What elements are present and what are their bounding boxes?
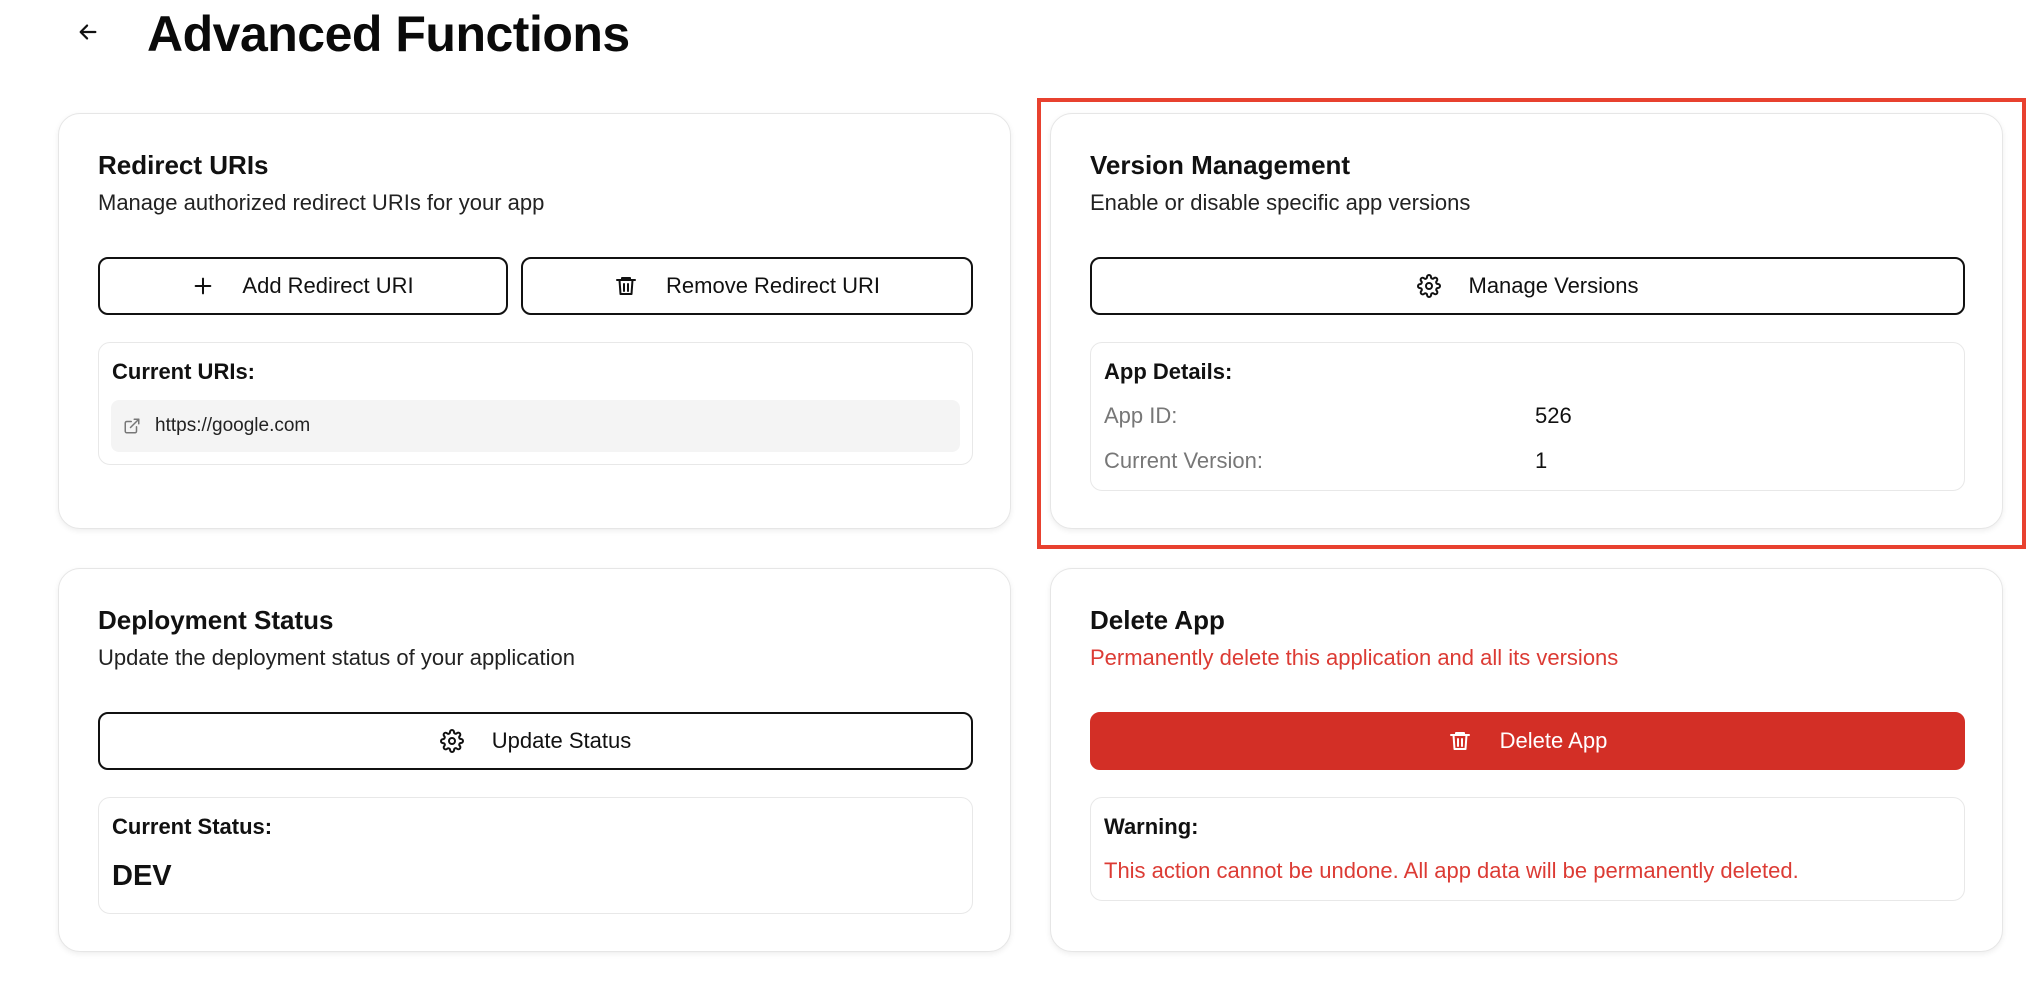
card-subtitle: Manage authorized redirect URIs for your… xyxy=(98,190,545,215)
warning-text: This action cannot be undone. All app da… xyxy=(1104,858,1799,883)
current-uris-panel: Current URIs: https://google.com xyxy=(98,342,973,465)
page-title: Advanced Functions xyxy=(147,6,630,62)
manage-versions-label: Manage Versions xyxy=(1468,273,1639,298)
current-version-value: 1 xyxy=(1535,448,1548,473)
add-redirect-uri-label: Add Redirect URI xyxy=(242,273,414,298)
card-subtitle: Permanently delete this application and … xyxy=(1090,645,1619,670)
redirect-uris-card: Redirect URIs Manage authorized redirect… xyxy=(58,113,1011,529)
arrow-left-icon xyxy=(79,24,97,40)
remove-redirect-uri-label: Remove Redirect URI xyxy=(666,273,880,298)
external-link-icon xyxy=(124,418,140,434)
current-version-label: Current Version: xyxy=(1104,448,1263,473)
deployment-status-card: Deployment Status Update the deployment … xyxy=(58,568,1011,952)
card-subtitle: Enable or disable specific app versions xyxy=(1090,190,1471,215)
page: Advanced Functions Redirect URIs Manage … xyxy=(0,0,2042,996)
warning-label: Warning: xyxy=(1104,814,1199,839)
uri-value: https://google.com xyxy=(155,415,311,436)
manage-versions-button[interactable]: Manage Versions xyxy=(1090,257,1965,315)
app-details-panel: App Details: App ID: 526 Current Version… xyxy=(1090,342,1965,491)
delete-app-button[interactable]: Delete App xyxy=(1090,712,1965,770)
card-subtitle: Update the deployment status of your app… xyxy=(98,645,575,670)
app-details-label: App Details: xyxy=(1104,359,1233,384)
card-title: Version Management xyxy=(1090,150,1351,180)
plus-icon xyxy=(195,277,212,295)
current-status-value: DEV xyxy=(112,860,172,892)
trash-icon xyxy=(1449,732,1470,750)
current-status-panel: Current Status: DEV xyxy=(98,797,973,914)
warning-panel: Warning: This action cannot be undone. A… xyxy=(1090,797,1965,901)
add-redirect-uri-button[interactable]: Add Redirect URI xyxy=(98,257,508,315)
app-id-value: 526 xyxy=(1535,403,1572,428)
card-title: Delete App xyxy=(1090,605,1225,635)
card-title: Redirect URIs xyxy=(98,150,269,180)
update-status-label: Update Status xyxy=(491,728,632,753)
remove-redirect-uri-button[interactable]: Remove Redirect URI xyxy=(521,257,973,315)
uri-list-item[interactable]: https://google.com xyxy=(111,400,960,452)
trash-icon xyxy=(616,277,637,295)
back-button[interactable] xyxy=(72,16,104,48)
update-status-button[interactable]: Update Status xyxy=(98,712,973,770)
app-id-label: App ID: xyxy=(1104,403,1178,428)
version-management-card: Version Management Enable or disable spe… xyxy=(1050,113,2003,529)
current-status-label: Current Status: xyxy=(112,814,273,839)
delete-app-card: Delete App Permanently delete this appli… xyxy=(1050,568,2003,952)
gear-icon xyxy=(439,729,464,753)
card-title: Deployment Status xyxy=(98,605,334,635)
gear-icon xyxy=(1416,274,1441,298)
delete-app-label: Delete App xyxy=(1499,728,1608,753)
current-uris-label: Current URIs: xyxy=(112,359,256,384)
